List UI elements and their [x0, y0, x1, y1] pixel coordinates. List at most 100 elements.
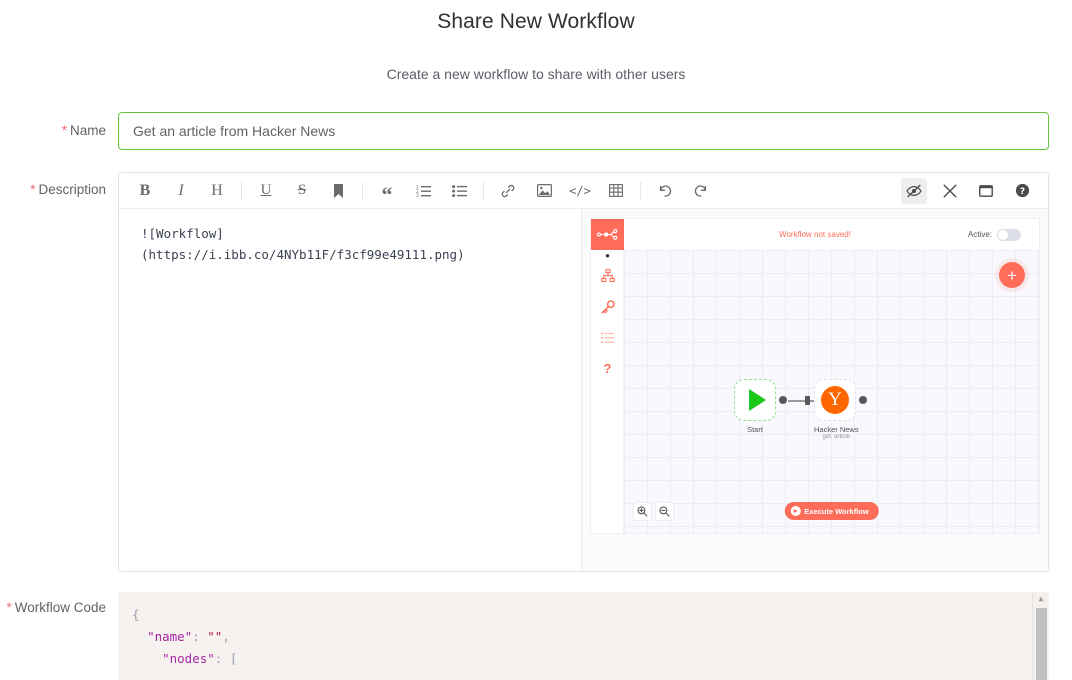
credentials-key-icon[interactable]	[591, 291, 624, 322]
share-workflow-page: Share New Workflow Create a new workflow…	[0, 0, 1072, 680]
add-node-plus: +	[1007, 265, 1017, 285]
description-label: * Description	[0, 172, 118, 572]
required-asterisk: *	[30, 182, 36, 197]
workflow-code-label-text: Workflow Code	[14, 600, 106, 615]
link-icon[interactable]	[495, 178, 521, 204]
code-scrollbar-thumb[interactable]	[1036, 608, 1047, 680]
required-asterisk: *	[6, 600, 12, 615]
page-subtitle: Create a new workflow to share with othe…	[386, 66, 686, 82]
window-icon[interactable]	[973, 178, 999, 204]
code-line-1: {	[132, 604, 1049, 626]
help-question-icon[interactable]: ?	[591, 353, 624, 384]
image-icon[interactable]	[531, 178, 557, 204]
active-toggle-knob	[998, 229, 1008, 240]
svg-text:?: ?	[1019, 187, 1024, 197]
name-input[interactable]	[118, 112, 1049, 150]
code-scrollbar[interactable]: ▲	[1032, 592, 1049, 680]
canvas-zoom-controls	[634, 503, 673, 520]
hacker-news-node-label: Hacker News	[814, 425, 859, 434]
workflow-code-form-row: * Workflow Code { "name": "", "nodes": [ …	[0, 592, 1072, 680]
hn-node-output-dot[interactable]	[859, 396, 867, 404]
toolbar-divider	[640, 181, 641, 200]
start-node-label: Start	[747, 425, 763, 434]
fullscreen-icon[interactable]	[937, 178, 963, 204]
code-trail: ,	[222, 629, 230, 644]
markdown-toolbar: B I H U S “ 1 2 3 </> ?	[119, 173, 1048, 209]
workflow-node-hacker-news[interactable]: Y Hacker News get: article	[805, 379, 867, 440]
hacker-news-logo-icon: Y	[821, 386, 849, 414]
zoom-out-icon[interactable]	[656, 503, 673, 520]
code-colon: :	[192, 629, 208, 644]
workflow-code-label: * Workflow Code	[0, 592, 118, 680]
redo-icon[interactable]	[688, 178, 714, 204]
strikethrough-icon[interactable]: S	[289, 178, 315, 204]
execute-play-icon	[790, 506, 801, 516]
code-value: ""	[207, 629, 223, 644]
description-form-row: * Description B I H U S “ 1 2 3 </> ? ![…	[0, 172, 1072, 572]
markdown-body: ![Workflow] (https://i.ibb.co/4NYb11F/f3…	[119, 209, 1048, 571]
ordered-list-icon[interactable]: 1 2 3	[410, 178, 436, 204]
code-colon: :	[214, 651, 230, 666]
scroll-up-arrow-icon[interactable]: ▲	[1033, 592, 1049, 606]
workflow-canvas[interactable]: + Start Y Hacker News get: article Execu…	[624, 250, 1039, 533]
markdown-line-1: ![Workflow]	[141, 226, 224, 241]
workflows-icon[interactable]	[591, 260, 624, 291]
svg-text:3: 3	[416, 193, 419, 197]
bold-icon[interactable]: B	[132, 178, 158, 204]
workflow-code-editor[interactable]: { "name": "", "nodes": [ ▲	[118, 592, 1049, 680]
hacker-news-node-sublabel: get: article	[822, 434, 851, 440]
undo-icon[interactable]	[652, 178, 678, 204]
code-key: "nodes"	[162, 651, 215, 666]
workflow-not-saved-status: Workflow not saved!	[779, 230, 851, 239]
toolbar-divider	[483, 181, 484, 200]
sidebar-collapse-icon[interactable]: ●	[591, 250, 624, 260]
markdown-editor: B I H U S “ 1 2 3 </> ? ![Workflow] (htt…	[118, 172, 1049, 572]
underline-icon[interactable]: U	[253, 178, 279, 204]
add-node-button[interactable]: +	[999, 262, 1025, 288]
workflow-sidebar: ● ?	[591, 219, 624, 533]
italic-icon[interactable]: I	[168, 178, 194, 204]
quote-icon[interactable]: “	[374, 178, 400, 206]
help-icon[interactable]: ?	[1009, 178, 1035, 204]
name-label-text: Name	[69, 123, 106, 138]
page-header: Share New Workflow Create a new workflow…	[0, 0, 1072, 82]
active-label: Active:	[967, 230, 992, 239]
code-key: "name"	[147, 629, 193, 644]
code-line-2: "name": "",	[132, 626, 1049, 648]
code-trail: [	[229, 651, 238, 666]
execute-workflow-label: Execute Workflow	[804, 506, 869, 516]
required-asterisk: *	[61, 123, 67, 138]
code-brace: {	[132, 607, 140, 622]
hn-node-input-connector[interactable]	[805, 396, 810, 405]
unordered-list-icon[interactable]	[446, 178, 472, 204]
start-node-output-dot[interactable]	[779, 396, 787, 404]
code-icon[interactable]: </>	[567, 178, 593, 204]
page-title: Share New Workflow	[437, 10, 635, 33]
toolbar-divider	[241, 181, 242, 200]
workflow-preview-image: Workflow not saved! Active: ● ? + Start …	[590, 218, 1040, 534]
toggle-preview-icon[interactable]	[901, 177, 927, 204]
n8n-logo-icon[interactable]	[591, 219, 624, 250]
name-form-row: * Name	[0, 112, 1072, 150]
markdown-source-textarea[interactable]: ![Workflow] (https://i.ibb.co/4NYb11F/f3…	[119, 209, 582, 571]
workflow-topbar: Workflow not saved! Active:	[591, 219, 1039, 250]
executions-list-icon[interactable]	[591, 322, 624, 353]
active-toggle[interactable]	[997, 228, 1021, 241]
workflow-node-start[interactable]: Start	[734, 379, 787, 434]
description-label-text: Description	[38, 182, 106, 197]
start-node-box[interactable]	[734, 379, 787, 421]
workflow-active-toggle-group: Active:	[967, 228, 1021, 241]
hacker-news-node-box[interactable]: Y	[805, 379, 867, 421]
code-line-3: "nodes": [	[132, 648, 1049, 670]
execute-workflow-button[interactable]: Execute Workflow	[784, 502, 879, 520]
play-triangle-icon	[748, 389, 766, 411]
toolbar-divider	[362, 181, 363, 200]
markdown-line-2: (https://i.ibb.co/4NYb11F/f3cf99e49111.p…	[141, 247, 465, 262]
heading-icon[interactable]: H	[204, 178, 230, 204]
markdown-preview-pane: Workflow not saved! Active: ● ? + Start …	[582, 209, 1048, 571]
bookmark-icon[interactable]	[325, 178, 351, 204]
table-icon[interactable]	[603, 178, 629, 204]
zoom-in-icon[interactable]	[634, 503, 651, 520]
